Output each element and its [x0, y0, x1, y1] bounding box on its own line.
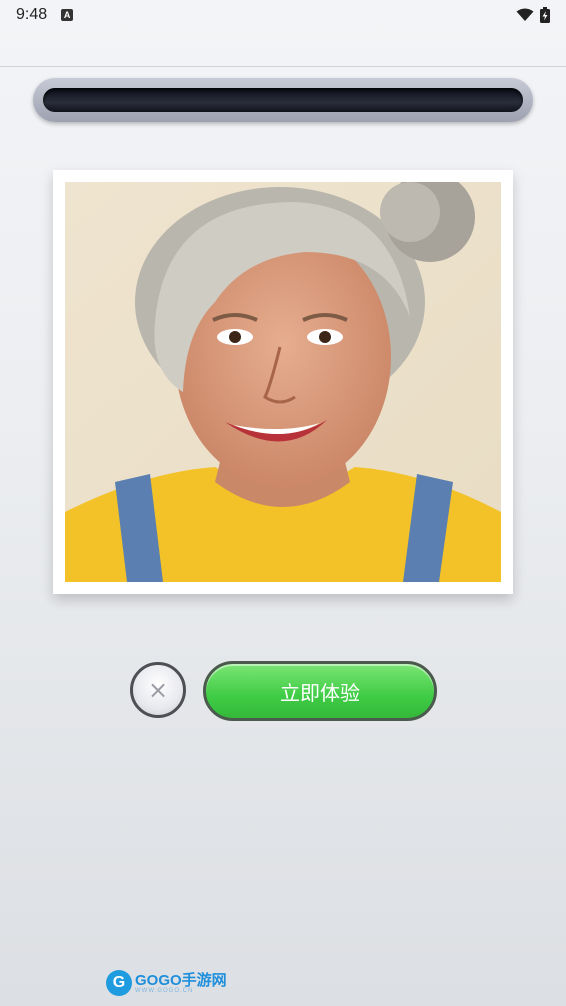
gogo-logo-icon: G — [106, 970, 132, 996]
close-button[interactable]: × — [130, 662, 186, 718]
try-now-button[interactable]: 立即体验 — [203, 661, 437, 721]
status-right — [516, 7, 550, 23]
watermark: G GOGO手游网 WWW.GOGO.CN — [106, 970, 227, 996]
close-icon: × — [147, 676, 169, 704]
photo-frame — [53, 170, 513, 594]
portrait-photo — [65, 182, 501, 582]
portrait-illustration — [65, 182, 501, 582]
status-left: 9:48 A — [16, 6, 74, 24]
status-bar: 9:48 A — [0, 0, 566, 30]
photo-slot — [33, 78, 533, 122]
watermark-text: GOGO手游网 WWW.GOGO.CN — [135, 973, 227, 994]
watermark-subtitle: WWW.GOGO.CN — [135, 987, 194, 994]
a-badge-icon: A — [61, 9, 74, 21]
wifi-icon — [516, 8, 534, 21]
status-time: 9:48 — [16, 6, 48, 23]
try-now-label: 立即体验 — [280, 680, 360, 705]
photo-slot-opening — [43, 88, 523, 112]
header-divider — [0, 66, 566, 67]
battery-charging-icon — [540, 7, 550, 23]
watermark-title: GOGO手游网 — [135, 971, 227, 989]
